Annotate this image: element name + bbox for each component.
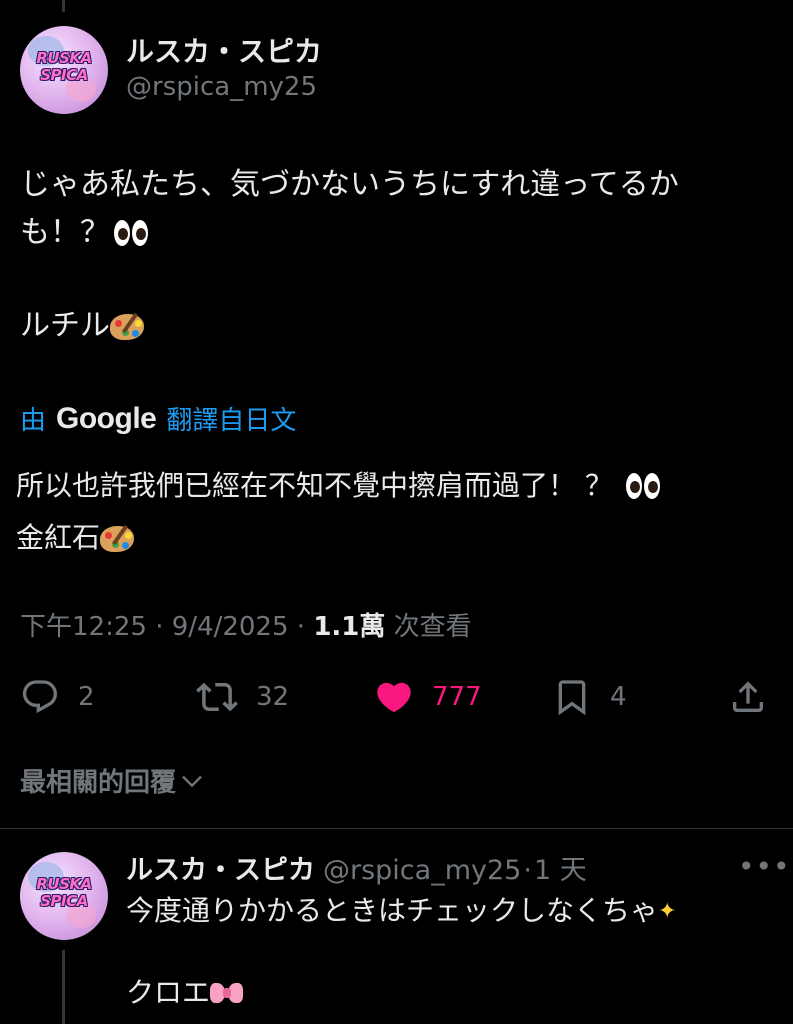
- avatar-logo: RUSKA SPICA: [36, 875, 92, 910]
- eyes-emoji: [624, 473, 662, 501]
- reply-text-line2: クロエ: [126, 970, 244, 1016]
- author-handle[interactable]: @rspica_my25: [126, 72, 317, 102]
- translated-text: 所以也許我們已經在不知不覺中擦肩而過了！ ？: [16, 460, 662, 512]
- sparkles-emoji: ✦: [658, 899, 677, 924]
- palette-emoji: [100, 524, 136, 554]
- thread-connector-bottom: [62, 950, 65, 1024]
- repost-button[interactable]: 32: [196, 675, 289, 719]
- reply-age[interactable]: 1 天: [534, 855, 587, 886]
- chevron-down-icon: [182, 775, 202, 787]
- share-icon: [733, 681, 763, 712]
- post-meta: 下午12:25 · 9/4/2025 · 1.1萬 次查看: [20, 612, 472, 642]
- eyes-emoji: [112, 219, 150, 248]
- translated-by-google[interactable]: 由 Google 翻譯自日文: [20, 400, 296, 437]
- reply-header: ルスカ・スピカ @rspica_my25·1 天: [126, 855, 587, 886]
- ribbon-emoji: [210, 980, 244, 1008]
- post-date[interactable]: 9/4/2025: [172, 612, 289, 642]
- heart-icon: [377, 682, 411, 713]
- post-text: じゃあ私たち、気づかないうちにすれ違ってるか: [20, 167, 679, 202]
- reply-count: 2: [78, 682, 95, 712]
- view-count[interactable]: 1.1萬: [313, 612, 385, 642]
- google-logo: Google: [56, 401, 157, 435]
- share-button[interactable]: [728, 675, 768, 719]
- view-label: 次查看: [393, 612, 472, 642]
- author-display-name[interactable]: ルスカ・スピカ: [126, 30, 322, 70]
- post-time[interactable]: 下午12:25: [20, 612, 147, 642]
- reply-text: 今度通りかかるときはチェックしなくちゃ✦: [126, 888, 688, 934]
- like-count: 777: [432, 682, 482, 712]
- divider: [0, 828, 793, 829]
- post-text-line2: も！？: [20, 211, 150, 255]
- translate-suffix: 翻譯自日文: [166, 406, 297, 436]
- reply-icon: [22, 680, 58, 714]
- reply-display-name[interactable]: ルスカ・スピカ: [126, 855, 315, 886]
- reply-button[interactable]: 2: [20, 675, 95, 719]
- bookmark-button[interactable]: 4: [552, 675, 627, 719]
- reply-handle[interactable]: @rspica_my25: [323, 855, 521, 886]
- post-text-line3: ルチル: [20, 304, 146, 348]
- translate-prefix: 由: [20, 406, 47, 436]
- palette-emoji: [110, 312, 146, 342]
- more-options-button[interactable]: •••: [738, 850, 791, 883]
- avatar-logo: RUSKA SPICA: [36, 49, 92, 84]
- repost-count: 32: [256, 682, 290, 712]
- bookmark-count: 4: [610, 682, 627, 712]
- repost-icon: [196, 682, 238, 712]
- bookmark-icon: [558, 680, 586, 716]
- reply-avatar[interactable]: RUSKA SPICA: [20, 852, 108, 940]
- replies-sort-dropdown[interactable]: 最相關的回覆: [20, 762, 206, 799]
- translated-text-line2: 金紅石: [16, 512, 136, 564]
- like-button[interactable]: 777: [374, 675, 482, 719]
- thread-connector-top: [62, 0, 65, 12]
- avatar[interactable]: RUSKA SPICA: [20, 26, 108, 114]
